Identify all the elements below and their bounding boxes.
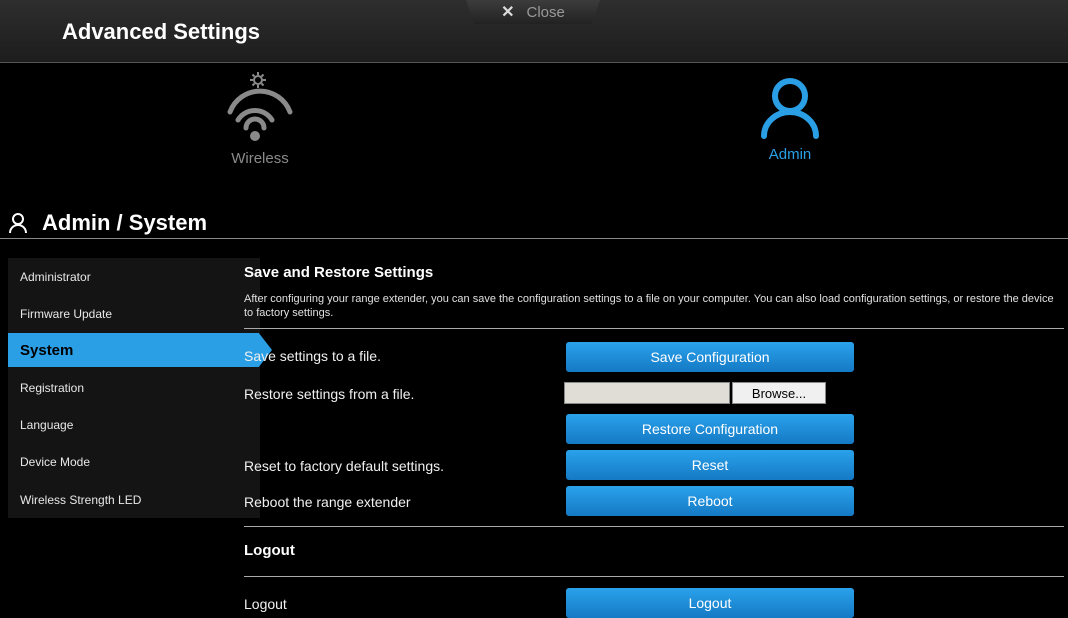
save-configuration-button[interactable]: Save Configuration	[566, 342, 854, 372]
sidebar-item-wireless-strength-led[interactable]: Wireless Strength LED	[8, 483, 260, 517]
nav-admin[interactable]: Admin	[720, 76, 860, 163]
user-icon	[9, 213, 27, 234]
save-restore-heading: Save and Restore Settings	[244, 264, 434, 281]
reset-button[interactable]: Reset	[566, 450, 854, 480]
logout-label: Logout	[244, 596, 287, 612]
nav-wireless-label: Wireless	[231, 150, 289, 167]
restore-configuration-button[interactable]: Restore Configuration	[566, 414, 854, 444]
header-bar: Advanced Settings ✕ Close	[0, 0, 1068, 63]
save-settings-label: Save settings to a file.	[244, 348, 381, 364]
section-header: Admin / System	[0, 208, 1068, 239]
close-icon: ✕	[501, 4, 515, 21]
sidebar-item-device-mode[interactable]: Device Mode	[8, 445, 260, 479]
sidebar-item-registration[interactable]: Registration	[8, 371, 260, 405]
close-button[interactable]: ✕ Close	[466, 0, 600, 24]
sidebar-item-administrator[interactable]: Administrator	[8, 260, 260, 294]
divider	[244, 576, 1064, 577]
divider	[244, 526, 1064, 527]
sidebar: Administrator Firmware Update System Reg…	[8, 258, 272, 518]
wireless-icon	[227, 72, 293, 141]
nav-wireless[interactable]: Wireless	[190, 66, 330, 167]
page-header-title: Advanced Settings	[62, 19, 261, 44]
sidebar-item-firmware-update[interactable]: Firmware Update	[8, 297, 260, 331]
logout-button[interactable]: Logout	[566, 588, 854, 618]
save-restore-description: After configuring your range extender, y…	[244, 293, 1054, 319]
restore-settings-label: Restore settings from a file.	[244, 386, 415, 402]
divider	[244, 328, 1064, 329]
reboot-label: Reboot the range extender	[244, 494, 411, 510]
logout-heading: Logout	[244, 542, 295, 559]
user-icon	[761, 78, 819, 139]
reset-label: Reset to factory default settings.	[244, 458, 444, 474]
section-title: Admin / System	[42, 210, 208, 235]
close-label: Close	[526, 3, 565, 21]
sidebar-item-system[interactable]: System	[8, 333, 272, 367]
browse-button[interactable]: Browse...	[732, 382, 826, 404]
sidebar-item-language[interactable]: Language	[8, 408, 260, 442]
restore-file-input[interactable]	[564, 382, 730, 404]
nav-admin-label: Admin	[768, 146, 812, 163]
reboot-button[interactable]: Reboot	[566, 486, 854, 516]
